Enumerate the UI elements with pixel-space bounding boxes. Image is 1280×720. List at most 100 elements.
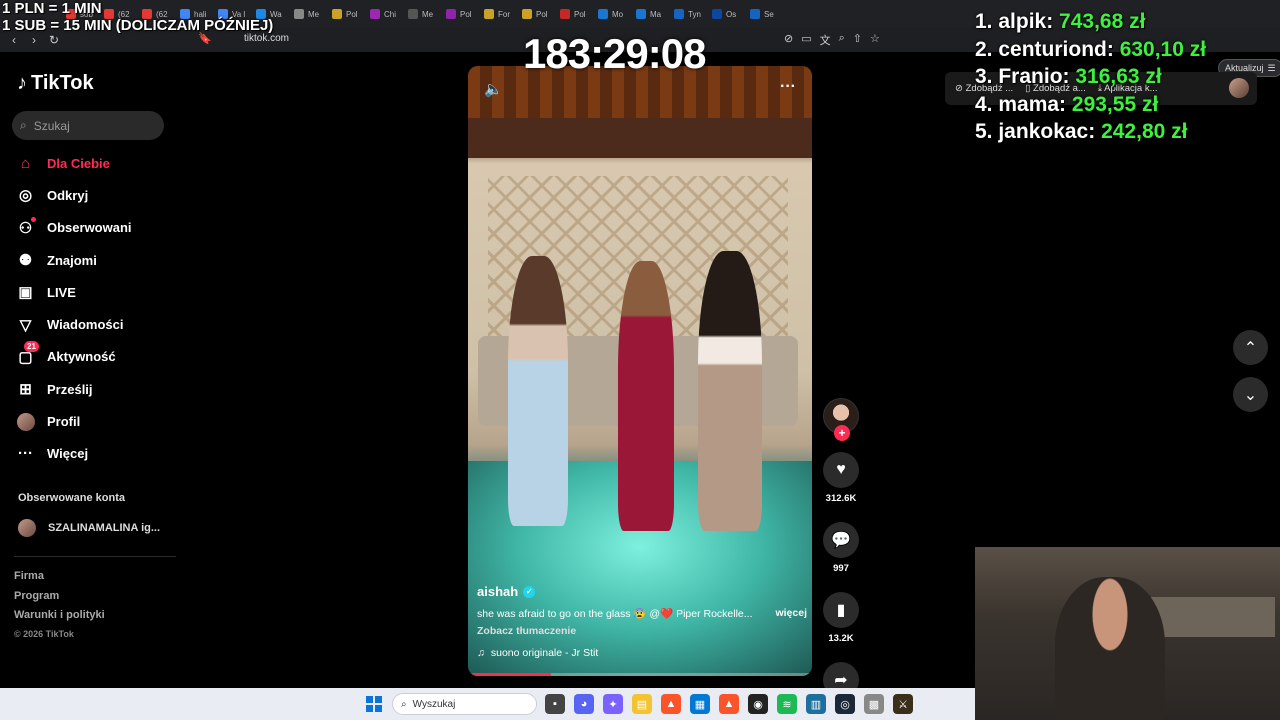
tab-favicon-icon <box>294 9 304 19</box>
creator-avatar[interactable]: + <box>823 398 859 441</box>
like-count: 312.6K <box>825 493 857 504</box>
sidebar-item-obserwowani[interactable]: ⚇ Obserwowani <box>16 212 176 244</box>
save-action: ▮ 13.2K <box>823 592 859 644</box>
leaderboard-row: 2. centuriond: 630,10 zł <box>975 36 1206 64</box>
browser-toolbar-icons: ⊘ ▭ 文 ⌕ ⇧ ☆ <box>784 32 880 48</box>
video-progress-fill <box>468 673 551 676</box>
store-icon[interactable]: ▦ <box>690 694 710 714</box>
sidebar-item-wiecej[interactable]: ··· Więcej <box>16 438 176 470</box>
browser-tab[interactable]: Pol <box>326 3 362 25</box>
video-actions: + ♥312.6K 💬997 ▮13.2K ➦2309 <box>822 398 860 714</box>
sidebar-item-znajomi[interactable]: ⚉ Znajomi <box>16 244 176 276</box>
task-view-icon[interactable]: ▪ <box>545 694 565 714</box>
star-icon[interactable]: ☆ <box>870 32 880 48</box>
tab-label: Pol <box>460 9 472 19</box>
music-row[interactable]: ♫ suono originale - Jr Stit <box>477 647 807 659</box>
browser-tab[interactable]: Me <box>288 3 324 25</box>
tab-label: Os <box>726 9 737 19</box>
browser-tab[interactable]: Ma <box>630 3 666 25</box>
sidebar-item-odkryj[interactable]: ◎ Odkryj <box>16 179 176 211</box>
browser-tab[interactable]: Chi <box>364 3 400 25</box>
url-field[interactable]: tiktok.com <box>244 33 289 44</box>
browser-tab[interactable]: Os <box>706 3 742 25</box>
tiktok-note-icon: ♪ <box>17 72 27 94</box>
zoom-icon[interactable]: ⌕ <box>839 32 845 48</box>
next-video-button[interactable]: ⌄ <box>1233 377 1268 412</box>
sidebar-item-dla-ciebie[interactable]: ⌂ Dla Ciebie <box>16 147 176 179</box>
more-options-icon[interactable]: ··· <box>780 78 796 96</box>
browser-tab[interactable]: Me <box>402 3 438 25</box>
bookmark-icon[interactable]: ▮ <box>823 592 859 628</box>
obs-icon[interactable]: ◉ <box>748 694 768 714</box>
footer-link[interactable]: Firma <box>14 570 105 590</box>
tab-label: Se <box>764 9 774 19</box>
browser-tab[interactable]: For <box>478 3 514 25</box>
cast-icon[interactable]: ⊘ <box>784 32 793 48</box>
steam-icon[interactable]: ◎ <box>835 694 855 714</box>
translate-icon[interactable]: 文 <box>820 32 831 48</box>
sidebar-item-profil[interactable]: Profil <box>16 405 176 437</box>
video-progress-bar[interactable] <box>468 673 812 676</box>
start-button[interactable] <box>366 696 382 712</box>
volume-icon[interactable]: 🔈 <box>484 80 503 98</box>
video-player[interactable]: 🔈 ··· aishah ✓ she was afraid to go on th… <box>468 66 812 676</box>
spotify-icon[interactable]: ≋ <box>777 694 797 714</box>
video-person <box>698 251 762 531</box>
sidebar-item-przeslij[interactable]: ⊞ Prześlij <box>16 373 176 405</box>
search-placeholder: Wyszukaj <box>412 698 456 710</box>
donation-amount: 630,10 zł <box>1119 37 1207 61</box>
footer-link[interactable]: Program <box>14 590 105 610</box>
brave-icon[interactable]: ▲ <box>661 694 681 714</box>
sidebar-item-wiadomosci[interactable]: ▽ Wiadomości <box>16 308 176 340</box>
avatar <box>16 412 35 431</box>
video-caption-row: she was afraid to go on the glass 😰 @❤️ … <box>477 607 807 620</box>
tab-label: Me <box>308 9 320 19</box>
browser-tab[interactable]: Se <box>744 3 780 25</box>
discord-icon[interactable]: ◕ <box>574 694 594 714</box>
comment-icon[interactable]: 💬 <box>823 522 859 558</box>
browser-tab[interactable]: Mo <box>592 3 628 25</box>
follow-plus-icon[interactable]: + <box>834 425 850 441</box>
heart-icon[interactable]: ♥ <box>823 452 859 488</box>
followed-accounts-title: Obserwowane konta <box>18 492 125 504</box>
tiktok-logo[interactable]: ♪ TikTok <box>17 72 94 95</box>
chevron-up-icon: ⌃ <box>1243 339 1258 357</box>
translate-link[interactable]: Zobacz tłumaczenie <box>477 625 807 637</box>
donation-amount: 293,55 zł <box>1071 92 1159 116</box>
previous-video-button[interactable]: ⌃ <box>1233 330 1268 365</box>
leaderboard-row: 4. mama: 293,55 zł <box>975 91 1206 119</box>
more-icon: ··· <box>18 445 33 463</box>
browser-tab[interactable]: Tyn <box>668 3 704 25</box>
tab-label: Me <box>422 9 434 19</box>
notes-icon[interactable]: ▥ <box>806 694 826 714</box>
browser-tab[interactable]: Pol <box>516 3 552 25</box>
search-input[interactable]: ⌕ Szukaj <box>12 111 164 140</box>
file-explorer-icon[interactable]: ▤ <box>632 694 652 714</box>
screen-icon[interactable]: ▭ <box>801 32 811 48</box>
donor-name: 1. alpik: <box>975 10 1054 33</box>
video-author[interactable]: aishah ✓ <box>477 584 807 599</box>
sidebar-item-live[interactable]: ▣ LIVE <box>16 276 176 308</box>
activity-badge: 21 <box>24 340 39 352</box>
sidebar-item-aktywnosc[interactable]: ▢ 21 Aktywność <box>16 340 176 373</box>
share-icon[interactable]: ⇧ <box>853 32 862 48</box>
copilot-icon[interactable]: ✦ <box>603 694 623 714</box>
browser-tab[interactable]: Pol <box>440 3 476 25</box>
video-caption: she was afraid to go on the glass 😰 @❤️ … <box>477 608 753 620</box>
tab-favicon-icon <box>522 9 532 19</box>
subathon-timer: 183:29:08 <box>523 30 706 77</box>
donor-name: 4. mama: <box>975 92 1067 116</box>
footer-link[interactable]: Warunki i polityki <box>14 609 105 629</box>
calculator-icon[interactable]: ▩ <box>864 694 884 714</box>
followed-account[interactable]: SZALINAMALINA ig... <box>18 519 160 537</box>
tab-label: Chi <box>384 9 397 19</box>
donation-amount: 743,68 zł <box>1059 10 1146 33</box>
taskbar-search[interactable]: ⌕ Wyszukaj <box>392 693 537 715</box>
rule-line: 1 SUB = 15 MIN (DOLICZAM PÓŹNIEJ) <box>2 17 274 34</box>
comment-action: 💬 997 <box>823 522 859 574</box>
avatar[interactable] <box>1229 78 1249 98</box>
brave-icon[interactable]: ▲ <box>719 694 739 714</box>
caption-more-button[interactable]: więcej <box>775 607 807 620</box>
game-icon[interactable]: ⚔ <box>893 694 913 714</box>
browser-tab[interactable]: Pol <box>554 3 590 25</box>
